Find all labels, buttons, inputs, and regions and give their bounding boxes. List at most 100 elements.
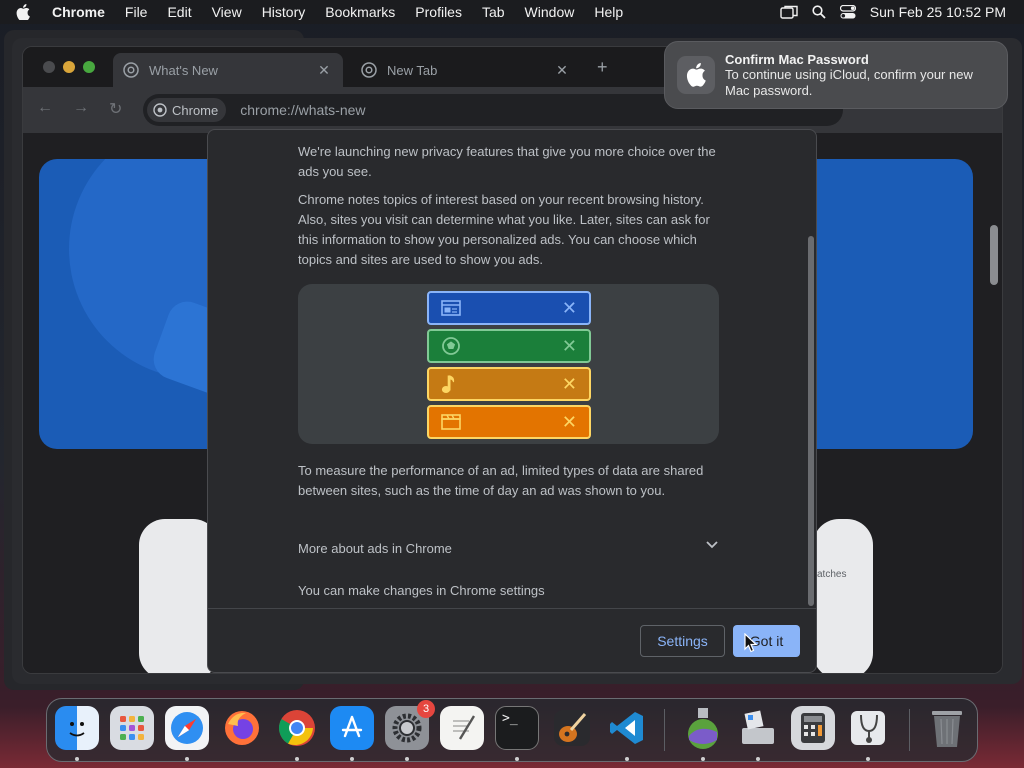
app-store-icon[interactable] — [330, 706, 374, 750]
topic-pill-music: ✕ — [427, 367, 591, 401]
dock: 3 >_ — [46, 698, 978, 762]
url-text: chrome://whats-new — [240, 102, 366, 118]
forward-arrow-icon[interactable]: → — [73, 99, 89, 117]
system-settings-icon[interactable]: 3 — [385, 700, 435, 750]
finder-icon[interactable] — [55, 706, 99, 750]
running-indicator — [701, 757, 705, 761]
menu-tab[interactable]: Tab — [472, 4, 515, 20]
chrome-favicon-icon — [361, 62, 377, 78]
menu-help[interactable]: Help — [584, 4, 633, 20]
minimize-window-button[interactable] — [63, 61, 75, 73]
firefox-logo-icon — [225, 711, 259, 745]
reload-icon[interactable]: ↻ — [109, 99, 122, 119]
dialog-body[interactable]: We're launching new privacy features tha… — [208, 130, 816, 608]
screen-mirroring-icon[interactable] — [780, 5, 798, 19]
launchpad-grid-icon — [120, 716, 144, 740]
firefox-icon[interactable] — [220, 706, 264, 750]
dock-separator — [909, 709, 910, 751]
system-notification-icon — [677, 56, 715, 94]
calculator-icon[interactable] — [791, 706, 835, 750]
close-tab-icon[interactable]: ✕ — [315, 62, 333, 79]
running-indicator — [185, 757, 189, 761]
topic-pill-movies: ✕ — [427, 405, 591, 439]
close-window-button[interactable] — [43, 61, 55, 73]
remove-topic-icon: ✕ — [561, 411, 577, 432]
trash-can-icon — [932, 711, 962, 747]
menu-window[interactable]: Window — [515, 4, 585, 20]
running-indicator — [350, 757, 354, 761]
running-indicator — [515, 757, 519, 761]
topic-pill-news: ✕ — [427, 291, 591, 325]
garageband-icon[interactable] — [550, 706, 594, 750]
installer-icon[interactable] — [681, 706, 725, 750]
terminal-icon[interactable]: >_ — [495, 706, 539, 750]
spotlight-search-icon[interactable] — [812, 5, 826, 19]
menu-bar-clock[interactable]: Sun Feb 25 10:52 PM — [870, 4, 1006, 20]
topics-paragraph: Chrome notes topics of interest based on… — [298, 192, 710, 267]
chrome-icon[interactable] — [275, 706, 319, 750]
icloud-notification[interactable]: Confirm Mac Password To continue using i… — [664, 41, 1008, 109]
back-arrow-icon[interactable]: ← — [37, 99, 53, 117]
launchpad-icon[interactable] — [110, 706, 154, 750]
apple-logo-icon — [16, 4, 30, 20]
gear-icon — [392, 713, 422, 743]
close-tab-icon[interactable]: ✕ — [553, 62, 571, 79]
menu-bar: Chrome File Edit View History Bookmarks … — [0, 0, 1024, 24]
tab-label: New Tab — [387, 62, 438, 78]
notification-title: Confirm Mac Password — [725, 52, 869, 67]
vscode-logo-icon — [610, 712, 643, 744]
settings-button[interactable]: Settings — [640, 625, 725, 657]
guitar-icon — [554, 710, 590, 746]
tab-label: What's New — [149, 62, 218, 78]
more-about-ads-expander[interactable]: More about ads in Chrome — [298, 541, 718, 556]
macos-installer-icon — [688, 708, 718, 749]
chevron-down-icon — [706, 541, 718, 549]
menu-bookmarks[interactable]: Bookmarks — [315, 4, 405, 20]
menu-view[interactable]: View — [202, 4, 252, 20]
menu-history[interactable]: History — [252, 4, 316, 20]
tab-whats-new[interactable]: What's New ✕ — [113, 53, 343, 87]
running-indicator — [625, 757, 629, 761]
notification-text: Confirm Mac Password To continue using i… — [725, 42, 995, 99]
calculator-keys-icon — [801, 713, 825, 743]
remove-topic-icon: ✕ — [561, 297, 577, 318]
intro-paragraph: We're launching new privacy features tha… — [298, 144, 716, 179]
menu-app-name[interactable]: Chrome — [46, 4, 115, 20]
ad-topics-illustration: ✕ ✕ ✕ ✕ — [298, 284, 719, 444]
terminal-prompt-icon: >_ — [502, 711, 518, 726]
page-scrollbar[interactable] — [990, 225, 998, 285]
compass-icon — [171, 712, 203, 744]
finder-face-icon — [69, 722, 85, 737]
dock-separator — [664, 709, 665, 751]
chrome-favicon-icon — [123, 62, 139, 78]
changes-text: You can make changes in Chrome settings — [298, 583, 545, 598]
trash-icon[interactable] — [925, 706, 969, 750]
disk-utility-icon[interactable] — [846, 706, 890, 750]
menu-edit[interactable]: Edit — [157, 4, 201, 20]
control-center-icon[interactable] — [839, 5, 856, 19]
vscode-icon[interactable] — [605, 706, 649, 750]
remove-topic-icon: ✕ — [561, 335, 577, 356]
feature-card: atches — [813, 519, 873, 673]
apple-menu[interactable] — [0, 4, 46, 20]
tab-new-tab[interactable]: New Tab ✕ — [351, 53, 581, 87]
menu-file[interactable]: File — [115, 4, 158, 20]
new-tab-plus-icon[interactable]: + — [597, 57, 608, 78]
chrome-logo-icon — [153, 103, 167, 117]
zoom-window-button[interactable] — [83, 61, 95, 73]
running-indicator — [405, 757, 409, 761]
menu-profiles[interactable]: Profiles — [405, 4, 472, 20]
textedit-icon[interactable] — [440, 706, 484, 750]
safari-icon[interactable] — [165, 706, 209, 750]
notification-badge: 3 — [417, 700, 435, 718]
bootcamp-icon[interactable] — [736, 706, 780, 750]
dialog-scrollbar[interactable] — [808, 236, 814, 606]
app-store-a-icon — [341, 715, 363, 738]
document-pen-icon — [453, 715, 476, 740]
more-about-ads-label: More about ads in Chrome — [298, 541, 452, 556]
running-indicator — [756, 757, 760, 761]
ad-privacy-dialog: We're launching new privacy features tha… — [207, 129, 817, 673]
running-indicator — [866, 757, 870, 761]
menu-extras: Sun Feb 25 10:52 PM — [780, 0, 1006, 24]
site-info-chip[interactable]: Chrome — [147, 98, 227, 122]
